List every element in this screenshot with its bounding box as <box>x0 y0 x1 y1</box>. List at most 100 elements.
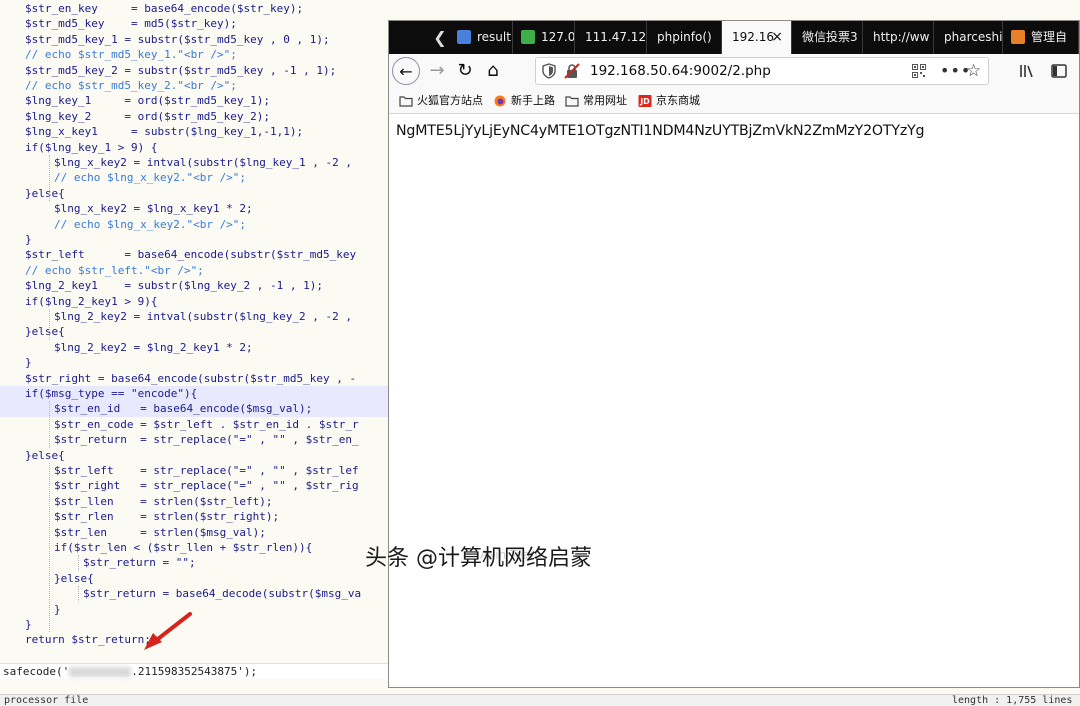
code-line-text: $lng_key_2 = ord($str_md5_key_2); <box>25 109 271 123</box>
code-line[interactable]: // echo $lng_x_key2."<br />"; <box>0 170 390 185</box>
code-line-text: } <box>25 618 32 631</box>
tab-scroll-left-icon[interactable]: ❮ <box>431 21 449 54</box>
code-call-line[interactable]: safecode(' .211598352543875'); <box>0 663 390 679</box>
code-line[interactable]: $str_left = str_replace("=" , "" , $str_… <box>0 463 390 478</box>
code-line-text: $str_right = base64_encode(substr($str_m… <box>25 371 357 385</box>
tab-label: 管理自 <box>1031 30 1068 44</box>
code-line[interactable]: if($msg_type == "encode"){ <box>0 386 390 402</box>
library-icon[interactable] <box>1019 64 1035 78</box>
code-line[interactable]: $str_return = ""; <box>0 555 390 570</box>
bookmark-item[interactable]: 常用网址 <box>565 88 635 114</box>
tab-6[interactable]: 微信投票3 <box>792 21 863 54</box>
code-line-text: // echo $str_left."<br />"; <box>25 263 204 277</box>
code-line[interactable]: }else{ <box>0 571 390 586</box>
firefox-icon <box>494 95 506 107</box>
code-line[interactable]: $str_return = base64_decode(substr($msg_… <box>0 586 390 601</box>
bookmark-item[interactable]: JD 京东商城 <box>638 88 708 114</box>
code-line-text: $lng_x_key2 = $lng_x_key1 * 2; <box>54 202 253 216</box>
page-output-text: NgMTE5LjYyLjEyNC4yMTE1OTgzNTI1NDM4NzUYTB… <box>396 123 925 139</box>
code-line[interactable]: // echo $str_left."<br />"; <box>0 263 390 278</box>
qr-code-icon[interactable] <box>912 64 926 78</box>
code-line[interactable]: $str_right = base64_encode(substr($str_m… <box>0 371 390 386</box>
code-line[interactable]: $str_en_code = $str_left . $str_en_id . … <box>0 417 390 432</box>
code-line[interactable]: $str_en_key = base64_encode($str_key); <box>0 1 390 16</box>
code-line-text: }else{ <box>25 325 65 339</box>
code-line-text: $str_len = strlen($msg_val); <box>54 525 266 539</box>
code-line[interactable]: $str_md5_key_1 = substr($str_md5_key , 0… <box>0 32 390 47</box>
bookmark-label: 常用网址 <box>583 94 627 107</box>
code-line-text: if($str_len < ($str_llen + $str_rlen)){ <box>54 541 313 554</box>
reload-button[interactable]: ↻ <box>451 57 479 85</box>
code-line[interactable]: $str_return = str_replace("=" , "" , $st… <box>0 432 390 447</box>
bookmark-item[interactable]: 新手上路 <box>493 88 563 114</box>
code-line-text: $lng_key_1 = ord($str_md5_key_1); <box>25 94 271 108</box>
code-line[interactable]: }else{ <box>0 186 390 201</box>
tab-9[interactable]: 管理自 <box>1003 21 1079 54</box>
code-line[interactable]: } <box>0 232 390 247</box>
redacted-blur <box>69 667 132 677</box>
code-line[interactable]: $str_en_id = base64_encode($msg_val); <box>0 401 390 417</box>
code-line-text: }else{ <box>25 186 65 200</box>
call-suffix: .211598352543875'); <box>131 665 258 678</box>
code-line[interactable]: $str_md5_key_2 = substr($str_md5_key , -… <box>0 63 390 78</box>
code-line-text: } <box>25 356 32 370</box>
code-line[interactable]: $str_rlen = strlen($str_right); <box>0 509 390 524</box>
sidebar-icon[interactable] <box>1051 64 1067 78</box>
status-length: length : 1,755 lines <box>952 695 1073 706</box>
bookmark-label: 火狐官方站点 <box>417 94 483 107</box>
firefox-window[interactable]: ❮ result 127.0 111.47.12 phpinfo() 192.16 × 微信… <box>388 20 1080 688</box>
close-tab-icon[interactable]: × <box>771 21 783 54</box>
code-line[interactable]: if($lng_2_key1 > 9){ <box>0 294 390 309</box>
code-line[interactable]: } <box>0 355 390 370</box>
tab-2[interactable]: 127.0 <box>513 21 575 54</box>
code-line[interactable]: $str_llen = strlen($str_left); <box>0 494 390 509</box>
code-line[interactable]: $lng_x_key1 = substr($lng_key_1,-1,1); <box>0 124 390 139</box>
code-line[interactable]: // echo $lng_x_key2."<br />"; <box>0 217 390 232</box>
code-line-text: $lng_2_key2 = $lng_2_key1 * 2; <box>54 340 253 354</box>
tab-5[interactable]: 192.16 × <box>722 21 792 54</box>
code-line[interactable]: $lng_2_key1 = substr($lng_key_2 , -1 , 1… <box>0 278 390 293</box>
code-line-text: $str_md5_key_1 = substr($str_md5_key , 0… <box>25 32 330 46</box>
code-line[interactable]: }else{ <box>0 448 390 463</box>
code-line[interactable]: if($str_len < ($str_llen + $str_rlen)){ <box>0 540 390 555</box>
url-text[interactable]: 192.168.50.64:9002/2.php <box>590 58 771 84</box>
code-line[interactable]: $lng_x_key2 = intval(substr($lng_key_1 ,… <box>0 155 390 170</box>
bookmark-item[interactable]: 火狐官方站点 <box>399 88 491 114</box>
code-line[interactable]: } <box>0 602 390 617</box>
insecure-lock-icon[interactable] <box>564 63 580 79</box>
code-line[interactable]: $str_md5_key = md5($str_key); <box>0 16 390 31</box>
code-line[interactable]: $str_len = strlen($msg_val); <box>0 525 390 540</box>
editor-status-bar: processor file length : 1,755 lines <box>0 694 1080 706</box>
url-bar[interactable]: 192.168.50.64:9002/2.php ••• ☆ <box>535 57 989 85</box>
code-line[interactable]: $lng_2_key2 = $lng_2_key1 * 2; <box>0 340 390 355</box>
home-button[interactable]: ⌂ <box>479 57 507 85</box>
bookmark-star-icon[interactable]: ☆ <box>966 60 981 82</box>
code-line[interactable]: $str_left = base64_encode(substr($str_md… <box>0 247 390 262</box>
back-button[interactable]: ← <box>392 57 420 85</box>
code-line[interactable]: // echo $str_md5_key_2."<br />"; <box>0 78 390 93</box>
tab-7[interactable]: http://ww <box>863 21 934 54</box>
tab-label: http://ww <box>873 30 930 44</box>
code-line[interactable]: }else{ <box>0 324 390 339</box>
forward-button[interactable]: → <box>423 57 451 85</box>
code-line-text: $str_return = str_replace("=" , "" , $st… <box>54 433 359 447</box>
code-line[interactable]: $str_right = str_replace("=" , "" , $str… <box>0 478 390 493</box>
code-line-text: if($lng_2_key1 > 9){ <box>25 294 158 308</box>
code-line[interactable]: $lng_key_1 = ord($str_md5_key_1); <box>0 93 390 108</box>
code-line[interactable]: // echo $str_md5_key_1."<br />"; <box>0 47 390 62</box>
status-file-type: processor file <box>4 695 89 706</box>
tab-4[interactable]: phpinfo() <box>647 21 722 54</box>
indent-guide <box>78 555 79 571</box>
tab-8[interactable]: pharceshi <box>934 21 1003 54</box>
code-line[interactable]: return $str_return; <box>0 632 390 647</box>
code-line-text: $str_rlen = strlen($str_right); <box>54 510 280 524</box>
tab-1[interactable]: result <box>449 21 513 54</box>
code-line[interactable]: $lng_x_key2 = $lng_x_key1 * 2; <box>0 201 390 216</box>
code-line[interactable]: } <box>0 617 390 632</box>
shield-icon[interactable] <box>542 63 556 79</box>
code-line-text: // echo $str_md5_key_2."<br />"; <box>25 79 237 92</box>
code-line[interactable]: $lng_2_key2 = intval(substr($lng_key_2 ,… <box>0 309 390 324</box>
code-line[interactable]: if($lng_key_1 > 9) { <box>0 140 390 155</box>
tab-3[interactable]: 111.47.12 <box>575 21 647 54</box>
code-line[interactable]: $lng_key_2 = ord($str_md5_key_2); <box>0 109 390 124</box>
